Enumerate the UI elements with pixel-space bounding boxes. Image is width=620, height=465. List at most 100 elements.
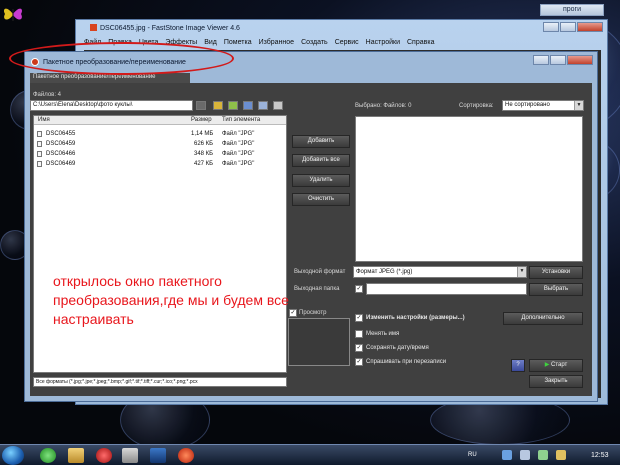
settings-button[interactable]: Установки — [529, 266, 583, 279]
details-view-icon[interactable] — [273, 101, 283, 110]
file-row[interactable]: DSC06459 626 КБ Файл "JPG" — [34, 140, 286, 149]
jpg-file-icon — [37, 141, 42, 147]
tray-battery-icon[interactable] — [538, 450, 548, 460]
play-icon: ▶ — [544, 362, 550, 368]
file-name: DSC06466 — [46, 151, 76, 157]
file-type: Файл "JPG" — [222, 141, 255, 147]
taskbar: RU 12:53 — [0, 444, 620, 465]
folder-icon[interactable] — [213, 101, 223, 110]
list-view-icon[interactable] — [258, 101, 268, 110]
remove-button[interactable]: Удалить — [292, 174, 350, 187]
tab-batch-convert[interactable]: Пакетное преобразование/переименование — [33, 74, 156, 80]
close-button[interactable] — [577, 22, 603, 32]
file-size: 348 КБ — [194, 151, 214, 157]
menu-settings[interactable]: Настройки — [366, 39, 400, 49]
progi-shortcut[interactable]: проги — [540, 4, 604, 16]
menu-help[interactable]: Справка — [407, 39, 434, 49]
maximize-button[interactable] — [550, 55, 566, 65]
file-row[interactable]: DSC06455 1,14 МБ Файл "JPG" — [34, 130, 286, 139]
media-player-icon[interactable] — [122, 448, 138, 463]
media-icon[interactable] — [40, 448, 56, 463]
jpg-file-icon — [37, 161, 42, 167]
file-name: DSC06469 — [46, 161, 76, 167]
output-folder-label: Выходная папка — [294, 286, 340, 292]
file-row[interactable]: DSC06469 427 КБ Файл "JPG" — [34, 160, 286, 169]
menu-create[interactable]: Создать — [301, 39, 328, 49]
viewer-title-text: DSC06455.jpg - FastStone Image Viewer 4.… — [100, 25, 240, 32]
path-input[interactable]: C:\Users\Elena\Desktop\фото куклы\ — [30, 100, 193, 111]
browse-button[interactable]: Выбрать — [529, 283, 583, 296]
faststone-taskbar-icon[interactable] — [178, 448, 194, 463]
file-list-header: Имя Размер Тип элемента — [34, 116, 286, 125]
viewer-window-controls — [543, 22, 603, 32]
start-button-orb[interactable] — [2, 446, 24, 465]
col-name[interactable]: Имя — [38, 117, 50, 123]
add-all-button[interactable]: Добавить все — [292, 154, 350, 167]
advanced-button[interactable]: Дополнительно — [503, 312, 583, 325]
output-folder-checkbox[interactable]: ✓ — [355, 285, 363, 293]
menu-tools[interactable]: Сервис — [335, 39, 359, 49]
tray-flag-icon[interactable] — [556, 450, 566, 460]
preview-area — [288, 318, 350, 366]
jpg-file-icon — [37, 131, 42, 137]
highlight-ellipse — [9, 42, 234, 75]
rename-checkbox[interactable] — [355, 330, 363, 338]
browse-dropdown-button[interactable] — [196, 101, 206, 110]
tray-volume-icon[interactable] — [520, 450, 530, 460]
minimize-button[interactable] — [533, 55, 549, 65]
file-size: 626 КБ — [194, 141, 214, 147]
menu-favorites[interactable]: Избранное — [259, 39, 294, 49]
clock[interactable]: 12:53 — [591, 452, 609, 459]
butterfly-icon — [3, 8, 23, 21]
sort-value: Не сортировано — [505, 102, 550, 108]
clear-button[interactable]: Очистить — [292, 193, 350, 206]
change-settings-checkbox[interactable]: ✓ — [355, 314, 363, 322]
app-icon — [90, 24, 97, 31]
close-button[interactable] — [567, 55, 593, 65]
file-type: Файл "JPG" — [222, 151, 255, 157]
start-label: Старт — [550, 362, 568, 368]
col-size[interactable]: Размер — [191, 117, 212, 123]
photoshop-icon[interactable] — [150, 448, 166, 463]
opera-icon[interactable] — [96, 448, 112, 463]
viewer-title: DSC06455.jpg - FastStone Image Viewer 4.… — [90, 24, 240, 32]
file-list[interactable]: Имя Размер Тип элемента DSC06455 1,14 МБ… — [33, 115, 287, 373]
minimize-button[interactable] — [543, 22, 559, 32]
file-size: 1,14 МБ — [191, 131, 214, 137]
thumbnails-view-icon[interactable] — [243, 101, 253, 110]
ask-overwrite-checkbox[interactable]: ✓ — [355, 358, 363, 366]
sort-label: Сортировка: — [459, 103, 494, 109]
explorer-icon[interactable] — [68, 448, 84, 463]
files-count: Файлов: 4 — [33, 92, 62, 98]
start-button[interactable]: ▶ Старт — [529, 359, 583, 372]
language-indicator[interactable]: RU — [468, 452, 477, 458]
menu-tag[interactable]: Пометка — [224, 39, 252, 49]
preview-checkbox[interactable]: ✓ — [289, 309, 297, 317]
file-name: DSC06455 — [46, 131, 76, 137]
favorite-folder-icon[interactable] — [228, 101, 238, 110]
output-file-list[interactable] — [355, 116, 583, 262]
dialog-window-controls — [533, 55, 593, 65]
chevron-down-icon[interactable]: ▼ — [574, 101, 583, 110]
file-row[interactable]: DSC06466 348 КБ Файл "JPG" — [34, 150, 286, 159]
maximize-button[interactable] — [560, 22, 576, 32]
chevron-down-icon[interactable]: ▼ — [517, 267, 526, 277]
annotation-text: открылось окно пакетного преобразования,… — [53, 273, 289, 327]
file-type: Файл "JPG" — [222, 161, 255, 167]
file-size: 427 КБ — [194, 161, 214, 167]
keep-date-label: Сохранять дату/время — [366, 345, 429, 351]
output-format-label: Выходной формат — [294, 269, 346, 275]
keep-date-checkbox[interactable]: ✓ — [355, 344, 363, 352]
col-type[interactable]: Тип элемента — [222, 117, 260, 123]
add-button[interactable]: Добавить — [292, 135, 350, 148]
output-folder-input[interactable] — [366, 283, 527, 295]
tray-network-icon[interactable] — [502, 450, 512, 460]
output-format-select[interactable]: Формат JPEG (*.jpg) ▼ — [353, 266, 527, 278]
file-name: DSC06459 — [46, 141, 76, 147]
help-button[interactable]: ? — [511, 359, 525, 372]
format-filter-select[interactable]: Все форматы (*.jpg;*.jpe;*.jpeg;*.bmp;*.… — [33, 377, 287, 387]
sort-select[interactable]: Не сортировано ▼ — [502, 100, 584, 111]
close-dialog-button[interactable]: Закрыть — [529, 375, 583, 388]
help-icon: ? — [516, 362, 520, 368]
ask-overwrite-label: Спрашивать при перезаписи — [366, 359, 447, 365]
